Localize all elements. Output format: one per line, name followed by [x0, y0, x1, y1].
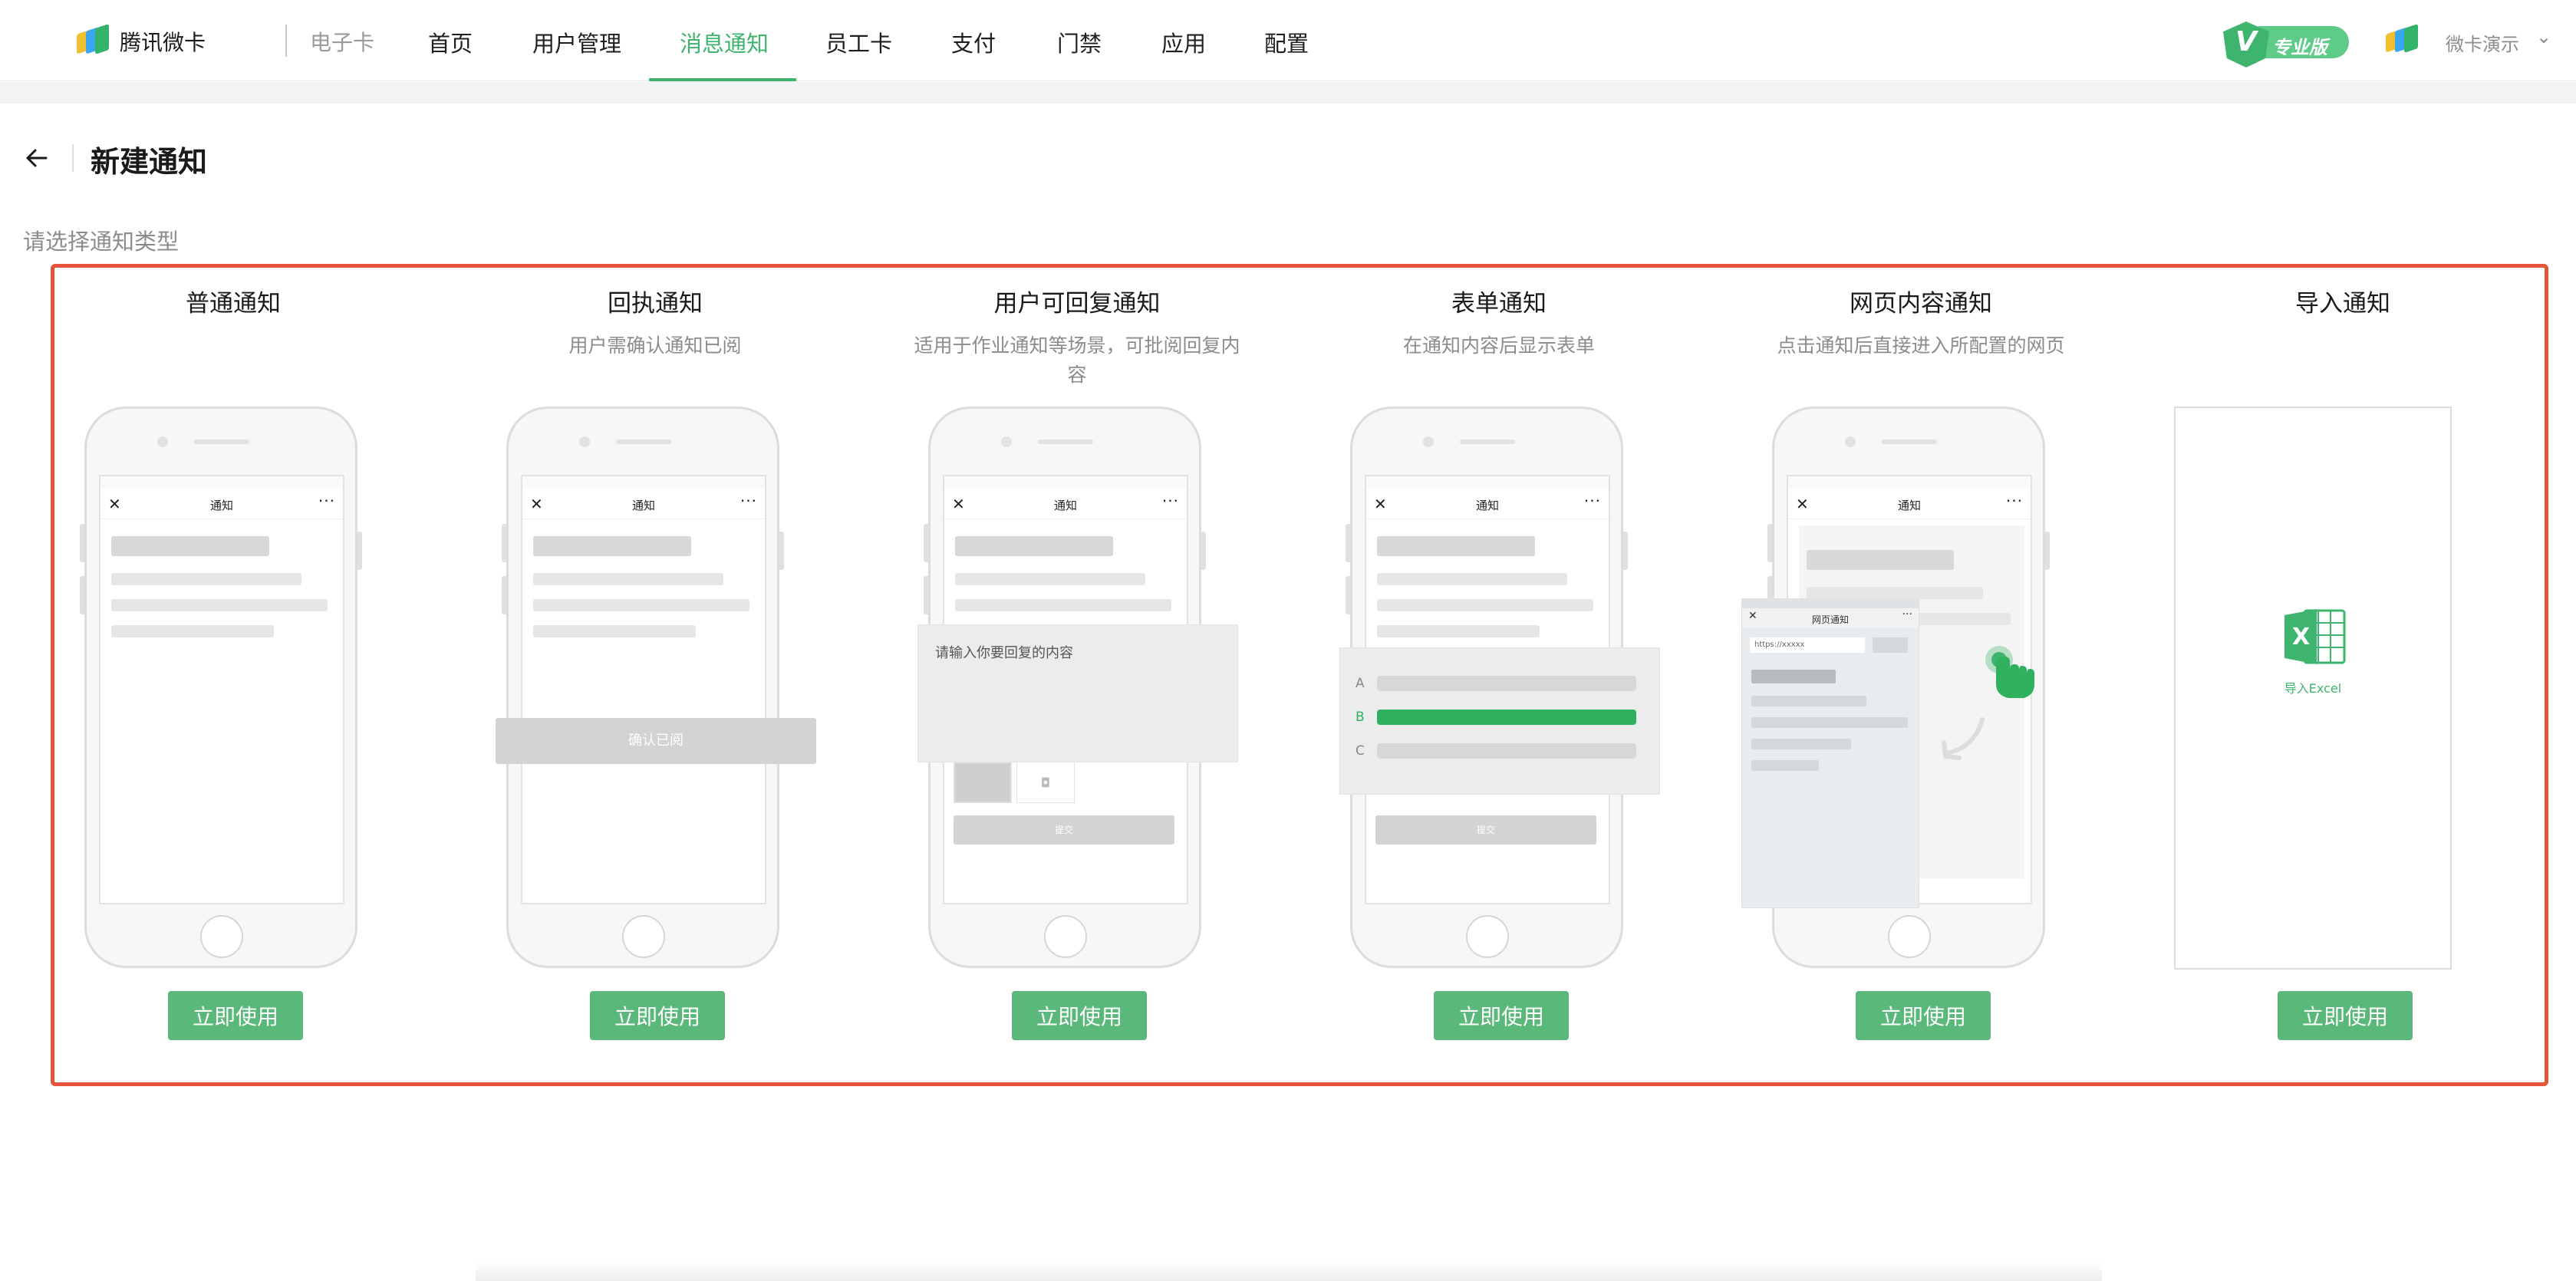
phone-screen: ✕ 通知 ··· [99, 475, 344, 904]
submit-mock-button: 提交 [1375, 815, 1596, 845]
screen-title: 通知 [1475, 499, 1499, 512]
nav-item-access-control[interactable]: 门禁 [1057, 26, 1102, 58]
card-description: 用户需确认通知已阅 [568, 334, 742, 357]
org-avatar-icon[interactable] [2384, 24, 2427, 58]
back-arrow-icon[interactable] [21, 143, 52, 173]
nav-item-settings[interactable]: 配置 [1264, 26, 1309, 58]
card-webpage-notification: 网页内容通知 点击通知后直接进入所配置的网页 ✕ 通知 ··· ✕ 网页通知 ·… [1729, 284, 2113, 1066]
form-option-bar [1377, 743, 1636, 759]
product-switch[interactable]: 电子卡 [310, 26, 374, 57]
card-description: 适用于作业通知等场景，可批阅回复内容 [914, 334, 1240, 386]
curved-arrow-icon [1942, 717, 1985, 760]
use-now-button-plain[interactable]: 立即使用 [168, 991, 303, 1040]
weika-logo-icon [77, 24, 114, 58]
active-tab-indicator [649, 78, 796, 81]
confirm-read-mock-button: 确认已阅 [496, 718, 816, 764]
camera-icon: ◘ [1016, 762, 1075, 803]
nav-item-notifications[interactable]: 消息通知 [680, 26, 769, 58]
reply-input-mock: 请输入你要回复的内容 [917, 624, 1238, 762]
nav-item-payment[interactable]: 支付 [951, 26, 996, 58]
card-title: 用户可回复通知 [993, 290, 1161, 318]
card-title: 表单通知 [1451, 290, 1547, 318]
app-name: 腾讯微卡 [120, 30, 206, 55]
pro-edition-label: 专业版 [2272, 37, 2327, 58]
card-title: 导入通知 [2295, 290, 2390, 318]
form-options-mock: A B C [1339, 647, 1660, 795]
screen-title: 通知 [209, 499, 233, 512]
card-description: 点击通知后直接进入所配置的网页 [1777, 334, 2065, 357]
image-thumbnail [954, 762, 1012, 803]
section-label: 请选择通知类型 [23, 229, 180, 255]
form-option-bar-selected [1377, 710, 1636, 725]
webview-title: 网页通知 [1811, 614, 1849, 625]
more-icon: ··· [1161, 492, 1179, 510]
form-option-label: A [1356, 676, 1365, 691]
screen-title: 通知 [631, 499, 655, 512]
phone-screen: ✕ 通知 ··· [521, 475, 766, 904]
home-button-icon [1044, 915, 1087, 958]
form-option-label: C [1356, 743, 1365, 759]
card-title: 普通通知 [186, 290, 281, 318]
card-receipt-notification: 回执通知 用户需确认通知已阅 ✕ 通知 ··· 确认已阅 立即使用 [463, 284, 847, 1066]
phone-mockup: ✕ 通知 ··· [80, 407, 362, 968]
import-excel-label: 导入Excel [2284, 681, 2342, 696]
nav-item-home[interactable]: 首页 [428, 26, 473, 58]
home-button-icon [1466, 915, 1509, 958]
account-name[interactable]: 微卡演示 [2446, 29, 2519, 56]
pro-edition-badge[interactable]: V 专业版 [2223, 21, 2350, 68]
more-icon: ··· [2005, 492, 2023, 510]
use-now-button-import[interactable]: 立即使用 [2278, 991, 2413, 1040]
nav-item-users[interactable]: 用户管理 [532, 26, 621, 58]
form-option-label: B [1356, 710, 1365, 725]
nav-shadow [0, 82, 2576, 104]
header-divider [72, 144, 74, 172]
reply-placeholder: 请输入你要回复的内容 [935, 645, 1073, 661]
tap-hand-icon [1985, 646, 2034, 698]
nav-item-apps[interactable]: 应用 [1161, 26, 1206, 58]
more-icon: ··· [1902, 608, 1912, 621]
card-import-notification: 导入通知 X 导入Excel 立即使用 [2151, 284, 2535, 1066]
screen-title: 通知 [1897, 499, 1921, 512]
use-now-button-webpage[interactable]: 立即使用 [1856, 991, 1991, 1040]
excel-icon: X [2284, 609, 2346, 664]
submit-mock-button: 提交 [954, 815, 1174, 845]
phone-mockup: ✕ 通知 ··· [502, 407, 784, 968]
more-icon: ··· [740, 492, 757, 510]
card-description: 在通知内容后显示表单 [1402, 334, 1595, 357]
card-plain-notification: 普通通知 ✕ 通知 ··· 立即使用 [41, 284, 425, 1066]
bottom-shadow [476, 1261, 2102, 1281]
nav-item-employee-card[interactable]: 员工卡 [825, 26, 892, 58]
page-title: 新建通知 [91, 145, 208, 179]
webview-mock: ✕ 网页通知 ··· https://xxxxx [1741, 598, 1919, 908]
screen-title: 通知 [1053, 499, 1077, 512]
card-title: 网页内容通知 [1850, 290, 1992, 318]
chevron-down-icon[interactable]: ⌄ [2536, 26, 2551, 48]
home-button-icon [200, 915, 243, 958]
form-option-bar [1377, 676, 1636, 691]
home-button-icon [622, 915, 665, 958]
card-form-notification: 表单通知 在通知内容后显示表单 ✕ 通知 ··· 提交 A B C 立即使用 [1307, 284, 1691, 1066]
app-logo[interactable]: 腾讯微卡 [77, 24, 206, 58]
svg-text:X: X [2292, 624, 2310, 650]
webview-url-field: https://xxxxx [1750, 637, 1865, 653]
excel-import-preview: X 导入Excel [2174, 407, 2452, 970]
use-now-button-form[interactable]: 立即使用 [1434, 991, 1569, 1040]
top-navigation-bar: 腾讯微卡 电子卡 首页 用户管理 消息通知 员工卡 支付 门禁 应用 配置 V … [0, 0, 2576, 81]
card-reply-notification: 用户可回复通知 适用于作业通知等场景，可批阅回复内容 ✕ 通知 ··· ◘ 提交… [885, 284, 1269, 1066]
card-title: 回执通知 [608, 290, 703, 318]
use-now-button-reply[interactable]: 立即使用 [1012, 991, 1147, 1040]
home-button-icon [1888, 915, 1931, 958]
more-icon: ··· [318, 492, 335, 510]
more-icon: ··· [1583, 492, 1601, 510]
nav-divider [285, 25, 287, 57]
use-now-button-receipt[interactable]: 立即使用 [590, 991, 725, 1040]
